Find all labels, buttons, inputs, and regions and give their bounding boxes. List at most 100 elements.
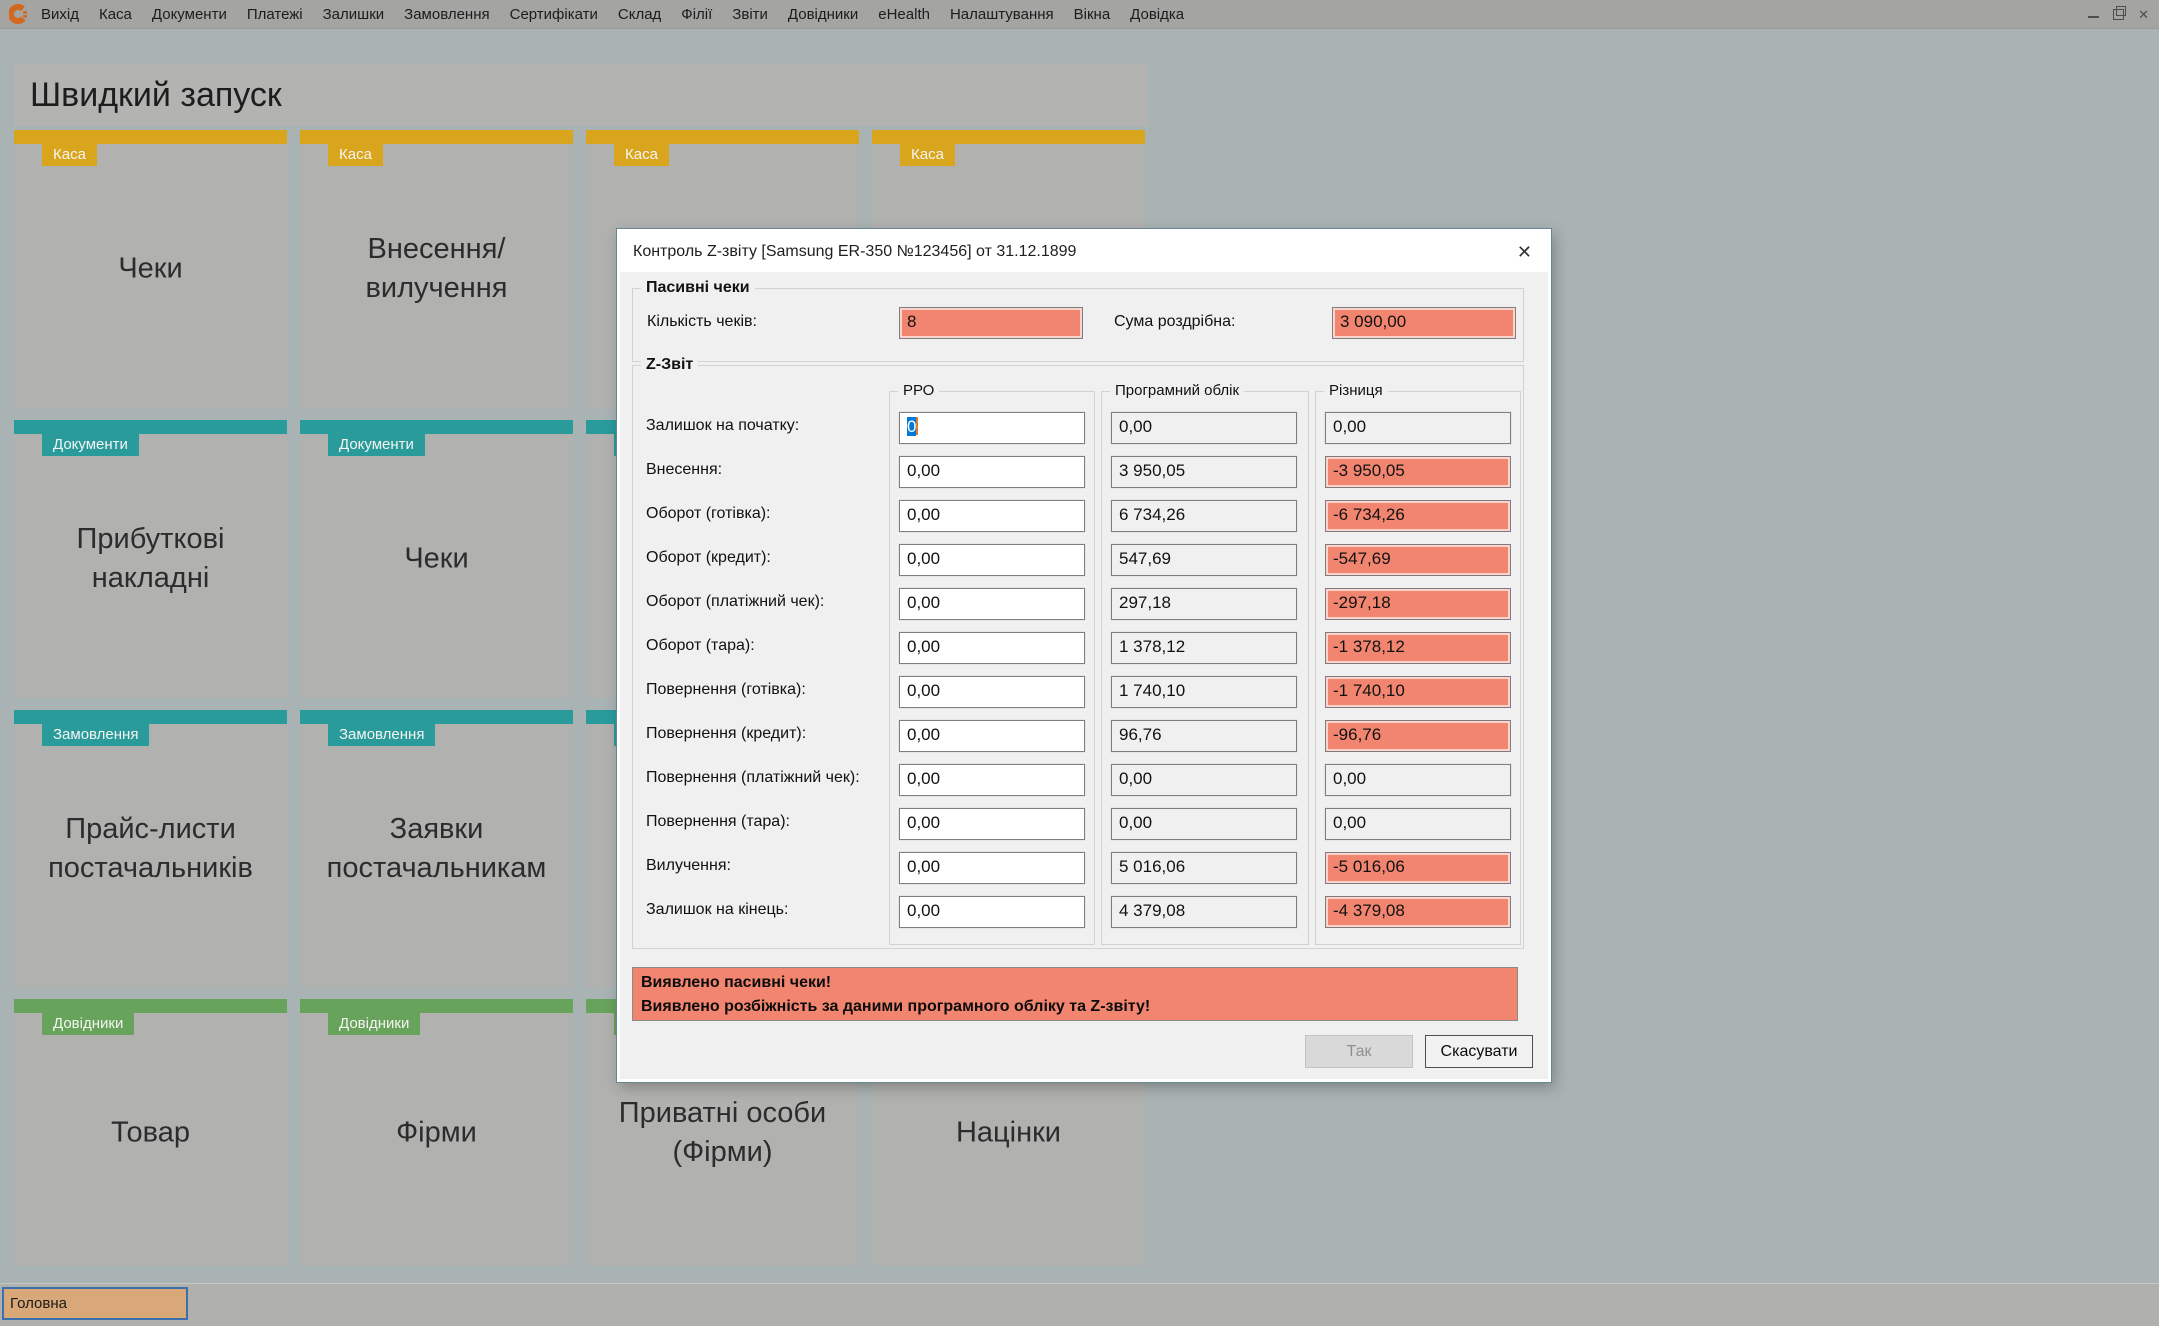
- tile-label: Фірми: [310, 1113, 563, 1152]
- z-row-4-rro-field[interactable]: 0,00: [899, 544, 1085, 576]
- menu-item-11[interactable]: Довідники: [788, 6, 858, 23]
- z-row-2-program-field: 3 950,05: [1111, 456, 1297, 488]
- minimize-icon[interactable]: [2088, 16, 2099, 18]
- tile-Внесення/вилучення[interactable]: Каса Внесення/вилучення: [300, 130, 573, 408]
- z-row-10-rro-field[interactable]: 0,00: [899, 808, 1085, 840]
- tile-category-bar: [14, 420, 287, 434]
- z-row-8-program-field: 96,76: [1111, 720, 1297, 752]
- z-row-label-2: Внесення:: [646, 461, 722, 479]
- z-row-3-rro-field[interactable]: 0,00: [899, 500, 1085, 532]
- z-row-7-program-field: 1 740,10: [1111, 676, 1297, 708]
- z-row-1-rro-field[interactable]: 0: [899, 412, 1085, 444]
- tile-category-tag: Довідники: [42, 1013, 134, 1035]
- program-column-group: Програмний облік 0,003 950,056 734,26547…: [1101, 391, 1309, 945]
- text-caret: [916, 417, 918, 435]
- menu-item-1[interactable]: Вихід: [41, 6, 79, 23]
- tile-category-bar: [300, 130, 573, 144]
- tile-label: Товар: [24, 1113, 277, 1152]
- dialog-close-icon[interactable]: ✕: [1517, 242, 1532, 263]
- z-row-5-rro-field[interactable]: 0,00: [899, 588, 1085, 620]
- menu-item-5[interactable]: Залишки: [323, 6, 385, 23]
- tile-label: Заявки постачальникам: [310, 810, 563, 888]
- tile-Фірми[interactable]: Довідники Фірми: [300, 999, 573, 1266]
- restore-icon[interactable]: [2113, 9, 2124, 20]
- ok-button[interactable]: Так: [1305, 1035, 1413, 1068]
- menu-item-2[interactable]: Каса: [99, 6, 132, 23]
- z-row-11-rro-field[interactable]: 0,00: [899, 852, 1085, 884]
- menu-item-15[interactable]: Довідка: [1130, 6, 1184, 23]
- menu-item-8[interactable]: Склад: [618, 6, 661, 23]
- menu-items: Вихід Каса Документи Платежі Залишки Замовлен…: [41, 6, 1184, 23]
- tile-Чеки[interactable]: ДокументиЧеки: [300, 420, 573, 698]
- z-report-control-dialog: Контроль Z-звіту [Samsung ER-350 №123456…: [617, 229, 1551, 1082]
- statusbar: Головна: [0, 1283, 2159, 1326]
- window-controls: ✕: [2088, 8, 2149, 21]
- tile-Товар[interactable]: Довідники Товар: [14, 999, 287, 1266]
- retail-sum-field[interactable]: 3 090,00: [1332, 307, 1516, 339]
- tile-category-bar: [14, 130, 287, 144]
- z-row-6-rro-field[interactable]: 0,00: [899, 632, 1085, 664]
- tile-category-bar: [586, 130, 859, 144]
- app-logo-icon: [9, 4, 29, 24]
- difference-column-group: Різниця 0,00-3 950,05-6 734,26-547,69-29…: [1315, 391, 1521, 945]
- retail-sum-label: Сума роздрібна:: [1114, 313, 1235, 331]
- z-row-9-difference-field: 0,00: [1325, 764, 1511, 796]
- tile-label: Націнки: [882, 1113, 1135, 1152]
- z-row-10-difference-field: 0,00: [1325, 808, 1511, 840]
- z-row-2-rro-field[interactable]: 0,00: [899, 456, 1085, 488]
- z-row-3-program-field: 6 734,26: [1111, 500, 1297, 532]
- tile-label: Прибуткові накладні: [24, 520, 277, 598]
- z-row-label-6: Оборот (тара):: [646, 637, 755, 655]
- warning-line-1: Виявлено пасивні чеки!: [641, 971, 1509, 995]
- z-row-12-program-field: 4 379,08: [1111, 896, 1297, 928]
- menu-item-6[interactable]: Замовлення: [404, 6, 489, 23]
- z-row-label-10: Повернення (тара):: [646, 813, 790, 831]
- tile-Заявки постачальникам[interactable]: ЗамовленняЗаявки постачальникам: [300, 710, 573, 988]
- quick-launch-title: Швидкий запуск: [14, 76, 282, 115]
- menu-item-10[interactable]: Звіти: [732, 6, 768, 23]
- z-row-8-rro-field[interactable]: 0,00: [899, 720, 1085, 752]
- z-row-label-11: Вилучення:: [646, 857, 731, 875]
- z-row-label-12: Залишок на кінець:: [646, 901, 788, 919]
- cancel-button[interactable]: Скасувати: [1425, 1035, 1533, 1068]
- tile-category-tag: Замовлення: [42, 724, 149, 746]
- menu-item-14[interactable]: Вікна: [1074, 6, 1111, 23]
- rro-column-group: РРО 00,000,000,000,000,000,000,000,000,0…: [889, 391, 1095, 945]
- z-row-10-program-field: 0,00: [1111, 808, 1297, 840]
- tile-category-bar: [300, 710, 573, 724]
- statusbar-tab-main[interactable]: Головна: [2, 1287, 188, 1320]
- close-icon[interactable]: ✕: [2138, 8, 2149, 21]
- checks-count-field[interactable]: 8: [899, 307, 1083, 339]
- z-report-group-title: Z-Звіт: [641, 356, 698, 374]
- menu-item-13[interactable]: Налаштування: [950, 6, 1054, 23]
- tile-label: Внесення/вилучення: [310, 230, 563, 308]
- z-row-label-9: Повернення (платіжний чек):: [646, 769, 860, 787]
- tile-Прибуткові накладні[interactable]: ДокументиПрибуткові накладні: [14, 420, 287, 698]
- tile-category-tag: Каса: [614, 144, 669, 166]
- tile-category-tag: Довідники: [328, 1013, 420, 1035]
- z-row-label-5: Оборот (платіжний чек):: [646, 593, 824, 611]
- menu-item-7[interactable]: Сертифікати: [510, 6, 598, 23]
- z-row-label-4: Оборот (кредит):: [646, 549, 771, 567]
- z-row-9-rro-field[interactable]: 0,00: [899, 764, 1085, 796]
- z-row-11-program-field: 5 016,06: [1111, 852, 1297, 884]
- tile-category-tag: Каса: [328, 144, 383, 166]
- menu-item-9[interactable]: Філії: [681, 6, 712, 23]
- tile-category-bar: [872, 130, 1145, 144]
- rro-column-title: РРО: [898, 382, 939, 399]
- tile-category-bar: [300, 420, 573, 434]
- menu-item-3[interactable]: Документи: [152, 6, 227, 23]
- z-row-7-rro-field[interactable]: 0,00: [899, 676, 1085, 708]
- z-row-label-3: Оборот (готівка):: [646, 505, 771, 523]
- z-row-12-rro-field[interactable]: 0,00: [899, 896, 1085, 928]
- tile-Чеки[interactable]: КасаЧеки: [14, 130, 287, 408]
- z-row-label-8: Повернення (кредит):: [646, 725, 806, 743]
- tile-category-bar: [14, 710, 287, 724]
- z-row-6-program-field: 1 378,12: [1111, 632, 1297, 664]
- menu-item-12[interactable]: eHealth: [878, 6, 930, 23]
- dialog-titlebar[interactable]: Контроль Z-звіту [Samsung ER-350 №123456…: [620, 232, 1548, 272]
- menu-item-4[interactable]: Платежі: [247, 6, 303, 23]
- z-row-7-difference-field: -1 740,10: [1325, 676, 1511, 708]
- tile-label: Прайс-листи постачальників: [24, 810, 277, 888]
- tile-Прайс-листи постачальників[interactable]: Замовлення Прайс-листи постачальників: [14, 710, 287, 988]
